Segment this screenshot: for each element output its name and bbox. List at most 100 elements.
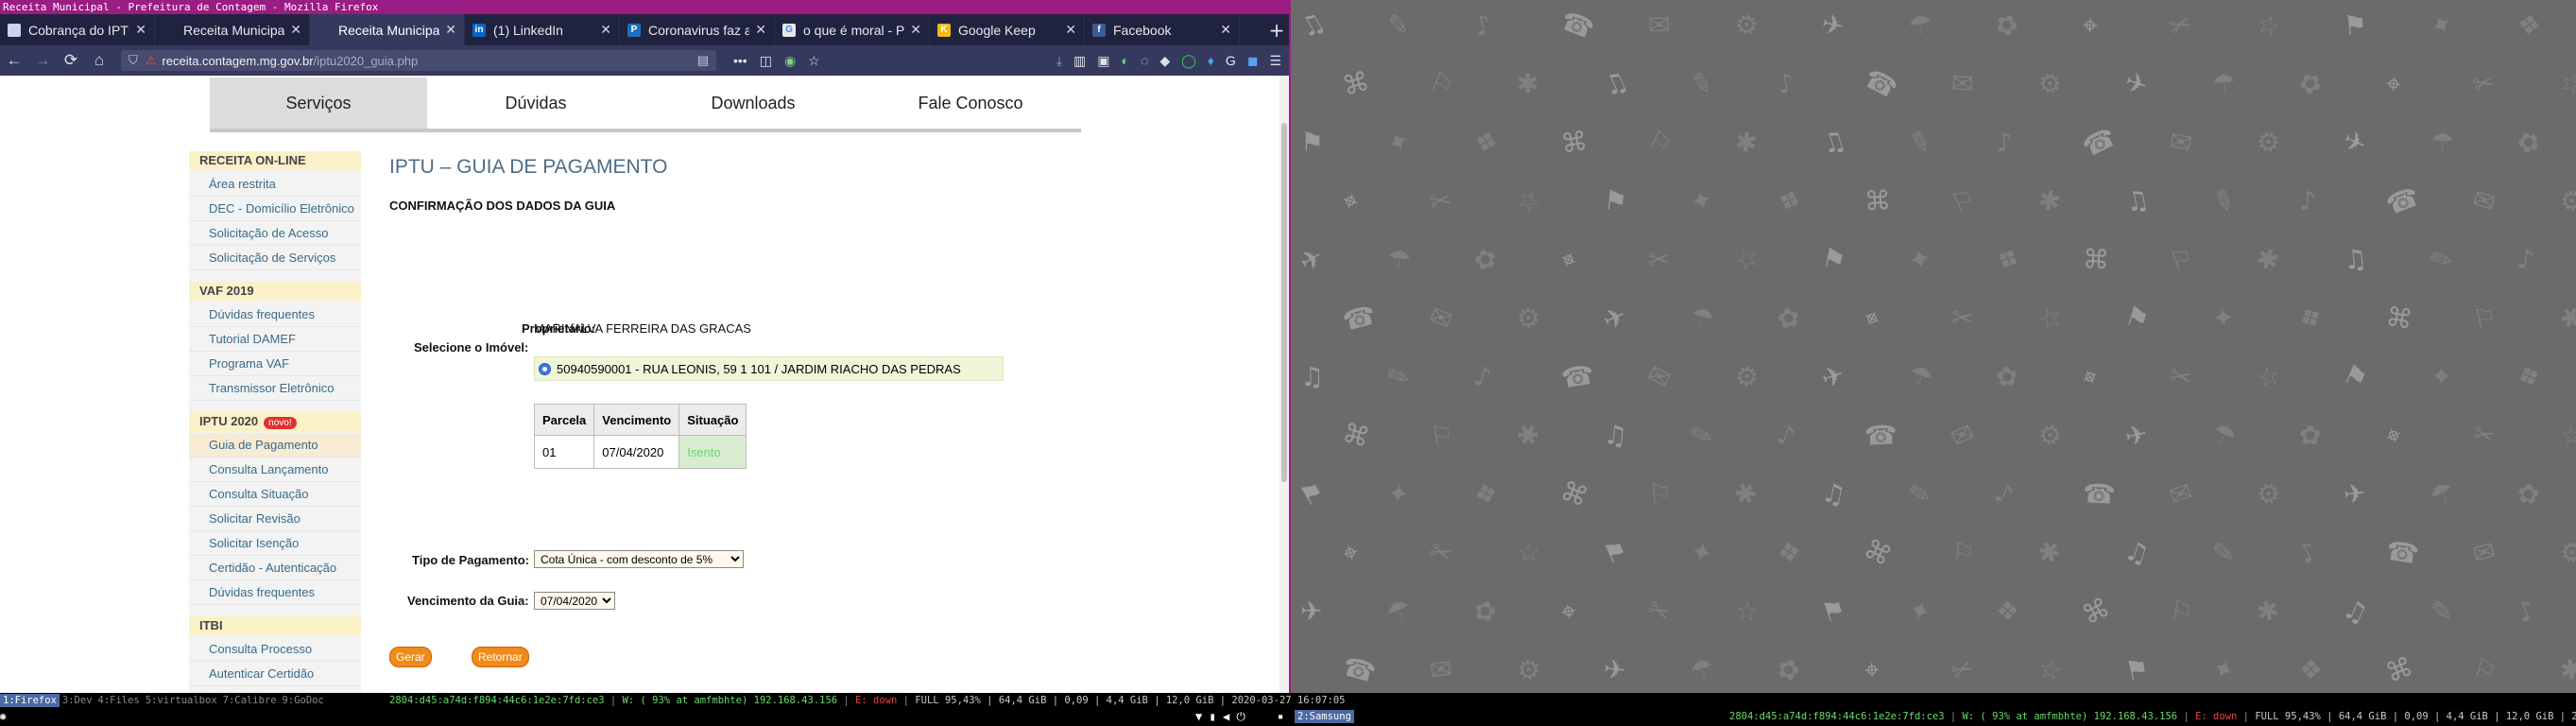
return-button[interactable]: Retornar: [472, 647, 529, 667]
sidebar-item-guia-pagamento[interactable]: Guia de Pagamento: [189, 433, 361, 458]
wallpaper-pattern-icon: ⚑: [2342, 8, 2369, 43]
tray-clipboard-icon[interactable]: ▪: [1278, 711, 1283, 722]
scrollbar-thumb[interactable]: [1281, 123, 1287, 482]
tab-7[interactable]: f Facebook ✕: [1085, 14, 1240, 45]
wallpaper-pattern-icon: ☎: [1556, 4, 1599, 46]
wallpaper-pattern-icon: ⌖: [1555, 242, 1582, 277]
tab-2[interactable]: Receita Municipal - P ✕: [310, 14, 465, 45]
nav-fale-conosco[interactable]: Fale Conosco: [862, 78, 1079, 129]
sidebar-item-programa-vaf[interactable]: Programa VAF: [189, 352, 361, 376]
nav-servicos[interactable]: Serviços: [210, 78, 427, 129]
shield-ext-icon[interactable]: ◼: [1247, 53, 1259, 69]
tray-left-icon[interactable]: ◉: [0, 711, 6, 722]
tab-4[interactable]: P Coronavirus faz a ✕: [620, 14, 775, 45]
wallpaper-pattern-icon: ☆: [2035, 651, 2066, 688]
sidebar-item-vaf-duvidas[interactable]: Dúvidas frequentes: [189, 302, 361, 327]
back-icon[interactable]: ←: [0, 51, 28, 70]
tab-close-icon[interactable]: ✕: [290, 22, 301, 38]
workspace-right-label[interactable]: 2:Samsung: [1295, 710, 1354, 723]
battery-tray-icon[interactable]: ▮: [1209, 710, 1215, 723]
tab-close-icon[interactable]: ✕: [135, 22, 146, 38]
sidebar-item-area-restrita[interactable]: Área restrita: [189, 172, 361, 197]
library-icon[interactable]: ▥: [1073, 53, 1086, 69]
tab-favicon-icon: G: [782, 23, 796, 37]
nav-duvidas[interactable]: Dúvidas: [427, 78, 644, 129]
radio-selected-icon[interactable]: [539, 362, 551, 375]
reload-icon[interactable]: ⟳: [57, 51, 85, 70]
workspace-2[interactable]: 4:Files: [95, 694, 143, 707]
wallpaper-pattern-icon: ✎: [2430, 595, 2453, 628]
vpn-icon[interactable]: ◐: [1122, 53, 1129, 69]
tab-1[interactable]: Receita Municipal - P ✕: [155, 14, 310, 45]
forward-icon[interactable]: →: [28, 51, 57, 70]
sidebar-item-tutorial-damef[interactable]: Tutorial DAMEF: [189, 327, 361, 352]
wallpaper-pattern-icon: ⌖: [2076, 359, 2104, 394]
sidebar-item-dec[interactable]: DEC - Domicílio Eletrônico: [189, 197, 361, 221]
power-tray-icon[interactable]: ⏻: [1236, 710, 1245, 723]
tab-6[interactable]: K Google Keep ✕: [930, 14, 1085, 45]
sidebar-item-transmissor[interactable]: Transmissor Eletrônico: [189, 376, 361, 401]
volume-tray-icon[interactable]: ◀: [1223, 710, 1229, 723]
url-bar[interactable]: ⛉ ⚠ receita.contagem.mg.gov.br/iptu2020_…: [121, 50, 716, 71]
whatsapp-icon[interactable]: ◯: [1181, 53, 1196, 69]
workspace-4[interactable]: 7:Calibre: [220, 694, 280, 707]
sidebar-item-solicitar-isencao[interactable]: Solicitar Isenção: [189, 531, 361, 556]
payment-type-label: Tipo de Pagamento:: [412, 553, 529, 567]
tab-0[interactable]: Cobrança do IPTU ✕: [0, 14, 155, 45]
wallpaper-pattern-icon: ✿: [2293, 64, 2327, 103]
tab-close-icon[interactable]: ✕: [910, 22, 921, 38]
property-option[interactable]: 50940590001 - RUA LEONIS, 59 1 101 / JAR…: [534, 356, 1004, 381]
new-tab-button[interactable]: +: [1264, 14, 1289, 45]
tab-3[interactable]: in (1) LinkedIn ✕: [465, 14, 620, 45]
sidebar-item-solicitar-revisao[interactable]: Solicitar Revisão: [189, 507, 361, 531]
bookmark-star-icon[interactable]: ☆: [808, 53, 820, 69]
cell-situacao: Isento: [678, 435, 747, 469]
sidebar-item-solicitacao-servicos[interactable]: Solicitação de Serviços: [189, 246, 361, 270]
wallpaper-pattern-icon: ☂: [1906, 7, 1936, 43]
workspace-5[interactable]: 9:GoDoc: [280, 694, 327, 707]
nav-downloads[interactable]: Downloads: [644, 78, 862, 129]
wallpaper-pattern-icon: ⚙: [1733, 359, 1760, 394]
workspace-3[interactable]: 5:virtualbox: [143, 694, 220, 707]
tab-close-icon[interactable]: ✕: [1065, 22, 1076, 38]
sidebar-item-certidao[interactable]: Certidão - Autenticação: [189, 556, 361, 580]
home-icon[interactable]: ⌂: [85, 51, 113, 70]
sidebar-item-consulta-lancamento[interactable]: Consulta Lançamento: [189, 458, 361, 482]
wallpaper-pattern-icon: ⚑: [2338, 357, 2373, 396]
google-icon[interactable]: G: [1226, 53, 1236, 69]
payment-type-select[interactable]: Cota Única - com desconto de 5%: [534, 550, 744, 568]
twitter-icon[interactable]: ♦: [1208, 53, 1214, 69]
tab-close-icon[interactable]: ✕: [755, 22, 766, 38]
tab-5[interactable]: Go que é moral - P ✕: [775, 14, 930, 45]
generate-guide-button[interactable]: Gerar Guia: [389, 647, 432, 683]
ethernet-status-right: E: down: [2195, 711, 2238, 722]
download-icon[interactable]: ⤓: [1056, 53, 1062, 69]
sidebar-item-consulta-situacao[interactable]: Consulta Situação: [189, 482, 361, 507]
due-date-select[interactable]: 07/04/2020: [534, 592, 615, 610]
wallpaper-pattern-icon: ✂: [2469, 65, 2499, 102]
workspace-0[interactable]: 1:Firefox: [0, 694, 60, 707]
wallpaper-pattern-icon: ♪: [2293, 534, 2323, 571]
tab-bar: Cobrança do IPTU✕Receita Municipal - P✕R…: [0, 14, 1289, 45]
sidebar-icon[interactable]: ▣: [1097, 53, 1109, 69]
sidebar-item-solicitacao-acesso[interactable]: Solicitação de Acesso: [189, 221, 361, 246]
page-scrollbar[interactable]: [1279, 76, 1289, 693]
privacy-icon[interactable]: ◆: [1159, 53, 1170, 69]
pocket-icon[interactable]: ◫: [760, 53, 772, 69]
menu-icon[interactable]: ☰: [1269, 53, 1281, 69]
sidebar-item-consulta-processo[interactable]: Consulta Processo: [189, 637, 361, 662]
reader-icon[interactable]: ▤: [697, 53, 709, 68]
tab-close-icon[interactable]: ✕: [600, 22, 611, 38]
wifi-tray-icon[interactable]: ▼: [1195, 710, 1202, 723]
extension-icon[interactable]: ◉: [784, 53, 796, 69]
wallpaper-pattern-icon: ✈: [2121, 65, 2152, 102]
tab-close-icon[interactable]: ✕: [445, 22, 456, 38]
sidebar-item-iptu-duvidas[interactable]: Dúvidas frequentes: [189, 580, 361, 605]
tab-close-icon[interactable]: ✕: [1220, 22, 1231, 38]
wallpaper-pattern-icon: ☆: [2034, 299, 2067, 337]
wallpaper-pattern-icon: ✎: [1686, 417, 1717, 454]
sidebar-item-autenticar-certidao[interactable]: Autenticar Certidão: [189, 662, 361, 686]
tracker-icon[interactable]: ◌: [1141, 53, 1148, 69]
workspace-1[interactable]: 3:Dev: [60, 694, 95, 707]
more-actions-icon[interactable]: •••: [733, 53, 747, 69]
